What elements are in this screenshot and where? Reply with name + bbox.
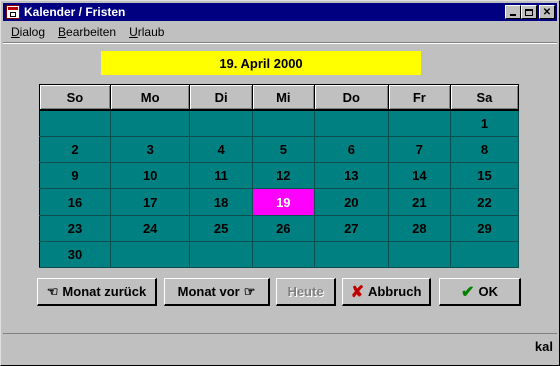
weekday-header: Mi xyxy=(252,84,315,111)
calendar-empty-cell xyxy=(189,241,253,269)
checkmark-icon: ✔ xyxy=(461,283,475,301)
menu-urlaub[interactable]: Urlaub xyxy=(121,25,169,39)
menu-bearbeiten-label: earbeiten xyxy=(66,25,117,39)
calendar-day-cell[interactable]: 15 xyxy=(450,162,520,190)
calendar-day-cell[interactable]: 6 xyxy=(314,136,389,164)
status-bar xyxy=(3,333,557,363)
hand-right-icon: ☞ xyxy=(243,283,256,299)
calendar-week-row: 30 xyxy=(39,241,520,269)
close-button[interactable]: ✕ xyxy=(539,5,555,19)
weekday-header: Di xyxy=(189,84,253,111)
calendar-day-cell[interactable]: 14 xyxy=(388,162,451,190)
prev-month-label: Monat zurück xyxy=(62,284,147,299)
menu-dialog-mnemonic: D xyxy=(11,25,20,39)
calendar-day-cell[interactable]: 21 xyxy=(388,188,451,216)
calendar-day-cell[interactable]: 10 xyxy=(110,162,191,190)
next-month-button[interactable]: Monat vor ☞ xyxy=(164,278,270,306)
calendar-day-cell[interactable]: 11 xyxy=(189,162,253,190)
menu-bar: Dialog Bearbeiten Urlaub xyxy=(3,23,557,41)
calendar-day-cell[interactable]: 23 xyxy=(39,215,111,242)
maximize-icon xyxy=(525,8,533,16)
calendar-empty-cell xyxy=(252,110,315,138)
ok-label: OK xyxy=(478,284,498,299)
calendar-empty-cell xyxy=(388,241,451,269)
calendar-day-cell[interactable]: 18 xyxy=(189,188,253,216)
calendar-week-row: 9 10 11 12 13 14 15 xyxy=(39,162,520,190)
cancel-x-icon: ✘ xyxy=(350,283,364,301)
calendar-day-cell[interactable]: 4 xyxy=(189,136,253,164)
calendar-day-cell[interactable]: 30 xyxy=(39,241,111,269)
menu-urlaub-mnemonic: U xyxy=(129,25,138,39)
menu-urlaub-label: rlaub xyxy=(137,25,165,39)
calendar-week-row: 23 24 25 26 27 28 29 xyxy=(39,215,520,242)
today-label: Heute xyxy=(287,284,324,299)
calendar-body: 1 2 3 4 5 6 7 8 9 10 11 12 13 14 15 16 17 18 19 20 21 22 23 24 2… xyxy=(39,110,520,269)
calendar-week-row: 16 17 18 19 20 21 22 xyxy=(39,188,520,216)
calendar-week-row: 1 xyxy=(39,110,520,138)
weekday-header: Sa xyxy=(450,84,520,111)
calendar-empty-cell xyxy=(252,241,315,269)
calendar-day-cell[interactable]: 29 xyxy=(450,215,520,242)
ok-button[interactable]: ✔ OK xyxy=(439,278,521,306)
calendar-day-cell[interactable]: 25 xyxy=(189,215,253,242)
calendar-empty-cell xyxy=(39,110,111,138)
close-icon: ✕ xyxy=(542,6,552,18)
menu-bearbeiten[interactable]: Bearbeiten xyxy=(50,25,121,39)
hand-left-icon: ☜ xyxy=(46,283,59,299)
next-month-label: Monat vor xyxy=(177,284,240,299)
calendar-empty-cell xyxy=(189,110,253,138)
calendar-day-cell[interactable]: 27 xyxy=(314,215,389,242)
cancel-button[interactable]: ✘ Abbruch xyxy=(342,278,431,306)
weekday-header: Do xyxy=(314,84,389,111)
calendar-day-cell[interactable]: 1 xyxy=(450,110,520,138)
calendar-week-row: 2345678 xyxy=(39,136,520,164)
calendar-empty-cell xyxy=(450,241,520,269)
menu-separator xyxy=(3,42,557,44)
menu-bearbeiten-mnemonic: B xyxy=(58,25,67,39)
calendar-day-cell[interactable]: 28 xyxy=(388,215,451,242)
calendar-empty-cell xyxy=(388,110,451,138)
cancel-label: Abbruch xyxy=(367,284,422,299)
weekday-header-row: So Mo Di Mi Do Fr Sa xyxy=(39,84,520,111)
calendar-day-cell[interactable]: 2 xyxy=(39,136,111,164)
prev-month-button[interactable]: ☜ Monat zurück xyxy=(37,278,157,306)
kalender-window: Kalender / Fristen ✕ Dialog Bearbeiten U… xyxy=(0,0,560,366)
calendar-day-cell[interactable]: 26 xyxy=(252,215,315,242)
calendar-day-cell[interactable]: 20 xyxy=(314,188,389,216)
weekday-header: Mo xyxy=(110,84,191,111)
calendar-empty-cell xyxy=(314,241,389,269)
today-button[interactable]: Heute xyxy=(276,278,336,306)
calendar-day-cell[interactable]: 16 xyxy=(39,188,111,216)
calendar-day-cell[interactable]: 22 xyxy=(450,188,520,216)
minimize-button[interactable] xyxy=(505,5,521,19)
weekday-header: So xyxy=(39,84,111,111)
calendar-day-cell[interactable]: 7 xyxy=(388,136,451,164)
maximize-button[interactable] xyxy=(521,5,537,19)
menu-dialog-label: ialog xyxy=(19,25,46,39)
selected-date-banner: 19. April 2000 xyxy=(101,51,421,75)
calendar-day-cell[interactable]: 19 xyxy=(252,188,315,216)
calendar-day-cell[interactable]: 3 xyxy=(110,136,191,164)
calendar-day-cell[interactable]: 17 xyxy=(110,188,191,216)
calendar-grid: So Mo Di Mi Do Fr Sa 1 2 3 4 5 6 7 8 9 10 11 12 13 14 15 16 17… xyxy=(39,84,520,269)
calendar-day-cell[interactable]: 8 xyxy=(450,136,520,164)
menu-dialog[interactable]: Dialog xyxy=(3,25,50,39)
calendar-empty-cell xyxy=(314,110,389,138)
calendar-empty-cell xyxy=(110,110,191,138)
status-text: kal xyxy=(534,339,553,354)
calendar-day-cell[interactable]: 5 xyxy=(252,136,315,164)
window-title: Kalender / Fristen xyxy=(24,5,126,19)
calendar-empty-cell xyxy=(110,241,191,269)
minimize-icon xyxy=(510,14,516,16)
calendar-day-cell[interactable]: 12 xyxy=(252,162,315,190)
title-bar[interactable]: Kalender / Fristen ✕ xyxy=(3,3,557,21)
calendar-app-icon[interactable] xyxy=(6,5,20,19)
calendar-day-cell[interactable]: 9 xyxy=(39,162,111,190)
calendar-day-cell[interactable]: 13 xyxy=(314,162,389,190)
calendar-day-cell[interactable]: 24 xyxy=(110,215,191,242)
weekday-header: Fr xyxy=(388,84,451,111)
